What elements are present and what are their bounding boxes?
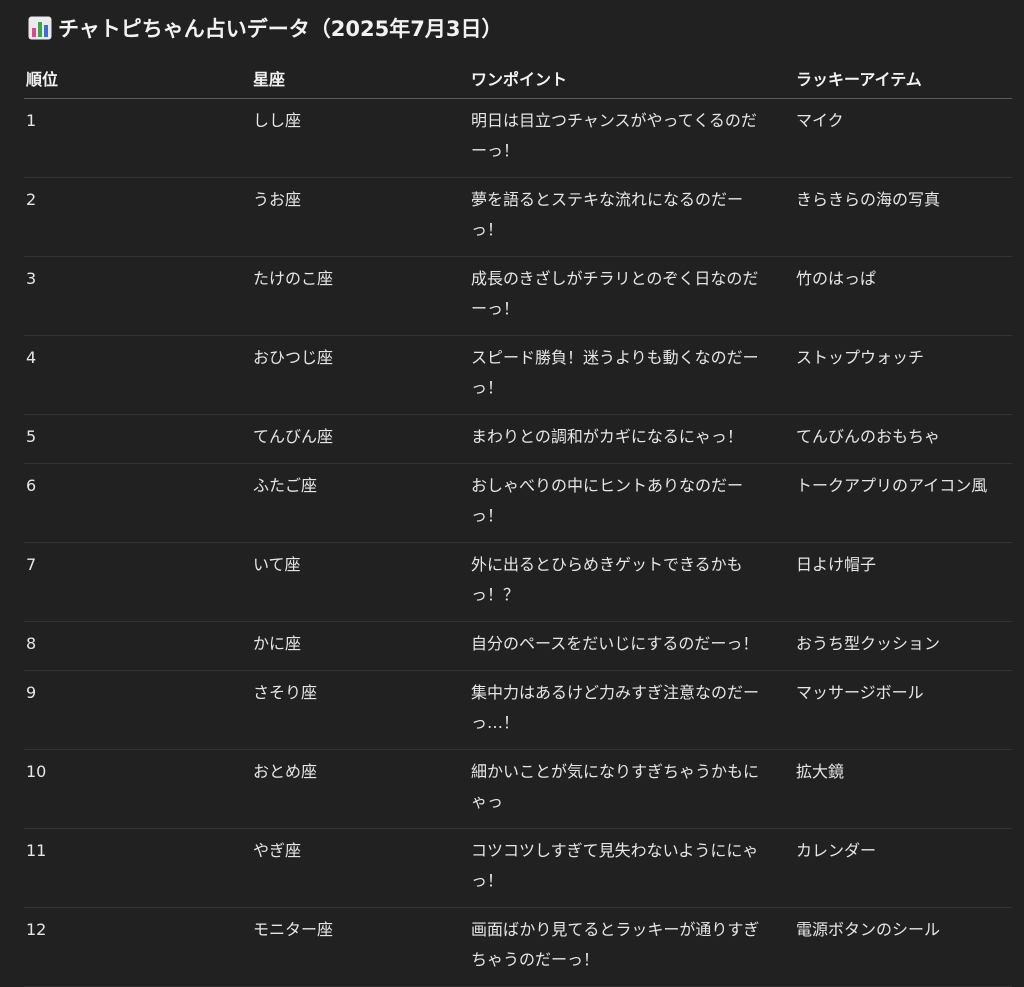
item-cell: 電源ボタンのシール <box>794 907 1012 987</box>
rank-cell: 3 <box>24 256 251 336</box>
table-row: 3 たけのこ座 成長のきざしがチラリとのぞく日なのだーっ！ 竹のはっぱ <box>24 256 1012 336</box>
sign-cell: いて座 <box>251 542 469 622</box>
point-cell: まわりとの調和がカギになるにゃっ！ <box>469 414 794 464</box>
point-cell: 集中力はあるけど力みすぎ注意なのだーっ…！ <box>469 670 794 750</box>
sign-cell: たけのこ座 <box>251 256 469 336</box>
point-cell: コツコツしすぎて見失わないようににゃっ！ <box>469 828 794 908</box>
item-cell: カレンダー <box>794 828 1012 908</box>
point-cell: 外に出るとひらめきゲットできるかもっ！？ <box>469 542 794 622</box>
item-cell: 竹のはっぱ <box>794 256 1012 336</box>
rank-cell: 12 <box>24 907 251 987</box>
item-cell: 日よけ帽子 <box>794 542 1012 622</box>
point-cell: 成長のきざしがチラリとのぞく日なのだーっ！ <box>469 256 794 336</box>
rank-cell: 8 <box>24 621 251 671</box>
table-row: 7 いて座 外に出るとひらめきゲットできるかもっ！？ 日よけ帽子 <box>24 542 1012 622</box>
table-row: 1 しし座 明日は目立つチャンスがやってくるのだーっ！ マイク <box>24 98 1012 178</box>
table-row: 11 やぎ座 コツコツしすぎて見失わないようににゃっ！ カレンダー <box>24 828 1012 908</box>
table-row: 5 てんびん座 まわりとの調和がカギになるにゃっ！ てんびんのおもちゃ <box>24 414 1012 464</box>
sign-cell: ふたご座 <box>251 463 469 543</box>
rank-cell: 4 <box>24 335 251 415</box>
table-row: 8 かに座 自分のペースをだいじにするのだーっ！ おうち型クッション <box>24 621 1012 671</box>
table-row: 12 モニター座 画面ばかり見てるとラッキーが通りすぎちゃうのだーっ！ 電源ボタ… <box>24 907 1012 987</box>
rank-cell: 7 <box>24 542 251 622</box>
point-cell: おしゃべりの中にヒントありなのだーっ！ <box>469 463 794 543</box>
sign-cell: おとめ座 <box>251 749 469 829</box>
item-cell: マッサージボール <box>794 670 1012 750</box>
fortune-table: 順位 星座 ワンポイント ラッキーアイテム 1 しし座 明日は目立つチャンスがや… <box>24 58 1012 987</box>
table-header-row: 順位 星座 ワンポイント ラッキーアイテム <box>24 58 1012 99</box>
point-cell: 自分のペースをだいじにするのだーっ！ <box>469 621 794 671</box>
table-row: 9 さそり座 集中力はあるけど力みすぎ注意なのだーっ…！ マッサージボール <box>24 670 1012 750</box>
item-cell: ストップウォッチ <box>794 335 1012 415</box>
sign-cell: おひつじ座 <box>251 335 469 415</box>
item-cell: おうち型クッション <box>794 621 1012 671</box>
page-title: チャトピちゃん占いデータ（2025年7月3日） <box>58 17 503 41</box>
sign-cell: モニター座 <box>251 907 469 987</box>
item-cell: 拡大鏡 <box>794 749 1012 829</box>
header-point: ワンポイント <box>469 58 794 99</box>
rank-cell: 10 <box>24 749 251 829</box>
rank-cell: 2 <box>24 177 251 257</box>
item-cell: マイク <box>794 98 1012 178</box>
sign-cell: しし座 <box>251 98 469 178</box>
sign-cell: てんびん座 <box>251 414 469 464</box>
point-cell: 夢を語るとステキな流れになるのだーっ！ <box>469 177 794 257</box>
table-row: 6 ふたご座 おしゃべりの中にヒントありなのだーっ！ トークアプリのアイコン風 <box>24 463 1012 543</box>
rank-cell: 11 <box>24 828 251 908</box>
sign-cell: かに座 <box>251 621 469 671</box>
header-rank: 順位 <box>24 58 251 99</box>
sign-cell: やぎ座 <box>251 828 469 908</box>
item-cell: てんびんのおもちゃ <box>794 414 1012 464</box>
point-cell: 細かいことが気になりすぎちゃうかもにゃっ <box>469 749 794 829</box>
rank-cell: 9 <box>24 670 251 750</box>
item-cell: トークアプリのアイコン風 <box>794 463 1012 543</box>
sign-cell: うお座 <box>251 177 469 257</box>
page-title-row: チャトピちゃん占いデータ（2025年7月3日） <box>28 12 502 44</box>
table-row: 10 おとめ座 細かいことが気になりすぎちゃうかもにゃっ 拡大鏡 <box>24 749 1012 829</box>
sign-cell: さそり座 <box>251 670 469 750</box>
point-cell: スピード勝負！迷うよりも動くなのだーっ！ <box>469 335 794 415</box>
header-item: ラッキーアイテム <box>794 58 1012 99</box>
rank-cell: 1 <box>24 98 251 178</box>
header-sign: 星座 <box>251 58 469 99</box>
rank-cell: 5 <box>24 414 251 464</box>
table-row: 2 うお座 夢を語るとステキな流れになるのだーっ！ きらきらの海の写真 <box>24 177 1012 257</box>
rank-cell: 6 <box>24 463 251 543</box>
point-cell: 明日は目立つチャンスがやってくるのだーっ！ <box>469 98 794 178</box>
point-cell: 画面ばかり見てるとラッキーが通りすぎちゃうのだーっ！ <box>469 907 794 987</box>
page: チャトピちゃん占いデータ（2025年7月3日） 順位 星座 ワンポイント ラッキ… <box>0 0 1024 987</box>
item-cell: きらきらの海の写真 <box>794 177 1012 257</box>
bar-chart-icon <box>28 16 52 40</box>
table-row: 4 おひつじ座 スピード勝負！迷うよりも動くなのだーっ！ ストップウォッチ <box>24 335 1012 415</box>
